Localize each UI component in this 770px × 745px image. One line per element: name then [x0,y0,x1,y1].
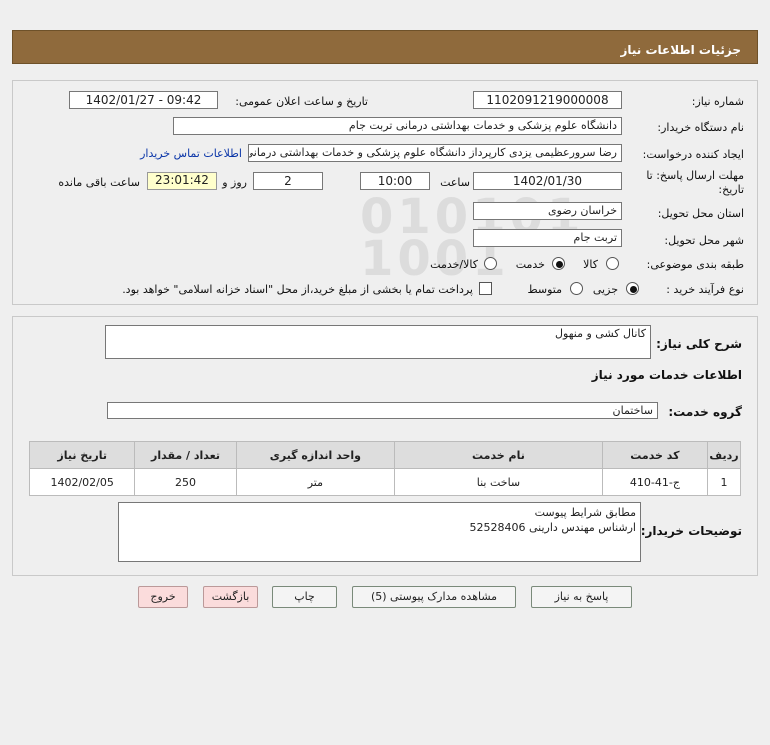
col-service-code: کد خدمت [601,441,709,469]
treasury-payment-text: پرداخت تمام یا بخشی از مبلغ خرید،از محل … [122,283,473,296]
view-documents-button[interactable]: مشاهده مدارک پیوستی (5) [352,586,516,608]
buyer-contact-link[interactable]: اطلاعات تماس خریدار [140,147,242,160]
service-group-field: ساختمان [107,402,658,419]
requester-label: ایجاد کننده درخواست: [642,148,744,161]
table-row: 1 ج-41-410 ساخت بنا متر 250 1402/02/05 [28,468,741,496]
cell-unit: متر [235,468,396,496]
need-number-field: 1102091219000008 [473,91,622,109]
remaining-days-field: 2 [253,172,323,190]
announce-date-field: 1402/01/27 - 09:42 [69,91,218,109]
col-unit: واحد اندازه گیری [235,441,396,469]
cell-service-code: ج-41-410 [601,468,709,496]
remaining-time-field: 23:01:42 [147,172,217,190]
remaining-label: ساعت باقی مانده [58,176,140,189]
treasury-payment-checkbox[interactable] [479,282,492,295]
exit-button[interactable]: خروج [138,586,188,608]
deadline-time-label: ساعت [440,176,470,189]
deadline-label: مهلت ارسال پاسخ: تا [646,169,744,182]
process-radio-medium[interactable] [570,282,583,295]
province-label: استان محل تحویل: [657,207,744,220]
back-button[interactable]: بازگشت [203,586,258,608]
buyer-notes-line-2: ارشناس مهندس دارینی 52528406 [469,521,636,534]
category-radio-goods[interactable] [606,257,619,270]
requester-field: رضا سرورعظیمی یزدی کارپرداز دانشگاه علوم… [248,144,622,162]
col-quantity: تعداد / مقدار [134,441,237,469]
category-option-service: خدمت [515,258,545,271]
services-section-title: اطلاعات خدمات مورد نیاز [591,368,742,382]
city-label: شهر محل تحویل: [664,234,744,247]
col-need-date: تاریخ نیاز [28,441,136,469]
category-radio-goods-service[interactable] [484,257,497,270]
days-label: روز و [222,176,247,189]
buyer-field: دانشگاه علوم پزشکی و خدمات بهداشتی درمان… [173,117,622,135]
city-field: تربت جام [473,229,622,247]
cell-need-date: 1402/02/05 [28,468,136,496]
cell-quantity: 250 [134,468,237,496]
process-option-medium: متوسط [527,283,562,296]
buyer-label: نام دستگاه خریدار: [657,121,744,134]
province-field: خراسان رضوی [473,202,622,220]
buyer-notes-label: توضیحات خریدار: [640,524,742,538]
buyer-notes-field: مطابق شرایط پیوست ارشناس مهندس دارینی 52… [118,502,641,562]
page-header: جزئیات اطلاعات نیاز [12,30,758,64]
summary-label: شرح کلی نیاز: [656,337,742,351]
cell-row-number: 1 [707,468,741,496]
buyer-notes-line-1: مطابق شرایط پیوست [534,506,636,519]
cell-service-name: ساخت بنا [394,468,603,496]
print-button[interactable]: چاپ [272,586,337,608]
deadline-date-field: 1402/01/30 [473,172,622,190]
page-title: جزئیات اطلاعات نیاز [620,43,741,57]
table-header-row: ردیف کد خدمت نام خدمت واحد اندازه گیری ت… [28,441,741,469]
category-label: طبقه بندی موضوعی: [646,258,744,271]
reply-button[interactable]: پاسخ به نیاز [531,586,632,608]
need-info-panel [12,80,758,305]
col-service-name: نام خدمت [394,441,603,469]
services-table: ردیف کد خدمت نام خدمت واحد اندازه گیری ت… [28,441,741,496]
col-row-number: ردیف [707,441,741,469]
process-option-minor: جزیی [592,283,618,296]
deadline-date-label: تاریخ: [718,183,744,196]
service-group-label: گروه خدمت: [668,405,742,419]
category-radio-service[interactable] [552,257,565,270]
process-radio-minor[interactable] [626,282,639,295]
category-option-goods-service: کالا/خدمت [430,258,478,271]
announce-date-label: تاریخ و ساعت اعلان عمومی: [235,95,368,108]
summary-field: کانال کشی و منهول [105,325,651,359]
deadline-time-field: 10:00 [360,172,430,190]
category-option-goods: کالا [583,258,598,271]
process-label: نوع فرآیند خرید : [666,283,744,296]
need-number-label: شماره نیاز: [691,95,744,108]
